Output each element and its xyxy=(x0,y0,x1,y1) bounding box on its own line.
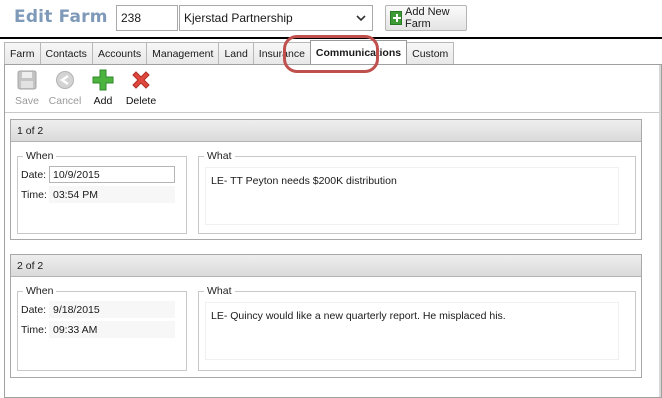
save-label: Save xyxy=(15,95,39,107)
record-header: 2 of 2 xyxy=(11,255,641,277)
when-legend: When xyxy=(23,285,57,297)
add-button[interactable]: Add xyxy=(84,69,122,111)
farm-select-value: Kjerstad Partnership xyxy=(184,11,293,25)
delete-button[interactable]: Delete xyxy=(122,69,160,111)
delete-label: Delete xyxy=(125,95,157,107)
date-field[interactable]: 9/18/2015 xyxy=(49,301,175,318)
add-label: Add xyxy=(93,95,113,107)
record-toolbar: Save Cancel Add Delete xyxy=(8,69,160,111)
date-row: Date: 10/9/2015 xyxy=(21,166,175,183)
time-row: Time: 03:54 PM xyxy=(21,186,175,203)
communication-record: 2 of 2 When Date: 9/18/2015 Time: 09:33 … xyxy=(10,254,642,378)
cancel-button[interactable]: Cancel xyxy=(46,69,84,111)
record-header: 1 of 2 xyxy=(11,120,641,142)
what-field[interactable]: LE- Quincy would like a new quarterly re… xyxy=(205,302,619,360)
tab-highlight-annotation xyxy=(283,35,379,73)
time-label: Time: xyxy=(21,323,47,336)
tab-management[interactable]: Management xyxy=(146,42,220,64)
chevron-down-icon[interactable] xyxy=(354,9,368,27)
date-row: Date: 9/18/2015 xyxy=(21,301,175,318)
what-group: What LE- Quincy would like a new quarter… xyxy=(198,285,636,371)
farm-id-field[interactable]: 238 xyxy=(116,5,178,31)
delete-x-icon xyxy=(130,69,152,91)
plus-icon xyxy=(92,69,114,91)
add-new-farm-button[interactable]: Add New Farm xyxy=(385,5,467,31)
tab-custom[interactable]: Custom xyxy=(406,42,455,64)
time-field[interactable]: 09:33 AM xyxy=(49,321,175,338)
add-icon xyxy=(390,11,402,25)
save-disk-icon xyxy=(16,69,38,91)
tab-farm[interactable]: Farm xyxy=(4,42,41,64)
communications-panel: Save Cancel Add Delete 1 of 2 When Date:… xyxy=(4,64,662,398)
time-field[interactable]: 03:54 PM xyxy=(49,186,175,203)
tab-land[interactable]: Land xyxy=(218,42,254,64)
when-legend: When xyxy=(23,150,57,162)
tab-contacts[interactable]: Contacts xyxy=(39,42,93,64)
when-group: When Date: 10/9/2015 Time: 03:54 PM xyxy=(17,150,187,234)
date-field[interactable]: 10/9/2015 xyxy=(49,166,175,183)
what-legend: What xyxy=(204,285,235,297)
cancel-icon xyxy=(54,69,76,91)
farm-select-dropdown[interactable]: Kjerstad Partnership xyxy=(179,5,373,31)
add-new-farm-label: Add New Farm xyxy=(404,6,450,30)
toolbar-divider xyxy=(5,112,661,113)
what-field[interactable]: LE- TT Peyton needs $200K distribution xyxy=(205,167,619,225)
page-title: Edit Farm xyxy=(14,7,108,27)
time-label: Time: xyxy=(21,188,47,201)
what-legend: What xyxy=(204,150,235,162)
time-row: Time: 09:33 AM xyxy=(21,321,175,338)
what-group: What LE- TT Peyton needs $200K distribut… xyxy=(198,150,636,234)
date-label: Date: xyxy=(21,303,47,316)
cancel-label: Cancel xyxy=(48,95,82,107)
save-button[interactable]: Save xyxy=(8,69,46,111)
panel-edge xyxy=(659,65,661,397)
date-label: Date: xyxy=(21,168,47,181)
when-group: When Date: 9/18/2015 Time: 09:33 AM xyxy=(17,285,187,371)
tab-strip: Farm Contacts Accounts Management Land I… xyxy=(4,40,455,64)
communication-record: 1 of 2 When Date: 10/9/2015 Time: 03:54 … xyxy=(10,119,642,240)
tab-accounts[interactable]: Accounts xyxy=(91,42,148,64)
